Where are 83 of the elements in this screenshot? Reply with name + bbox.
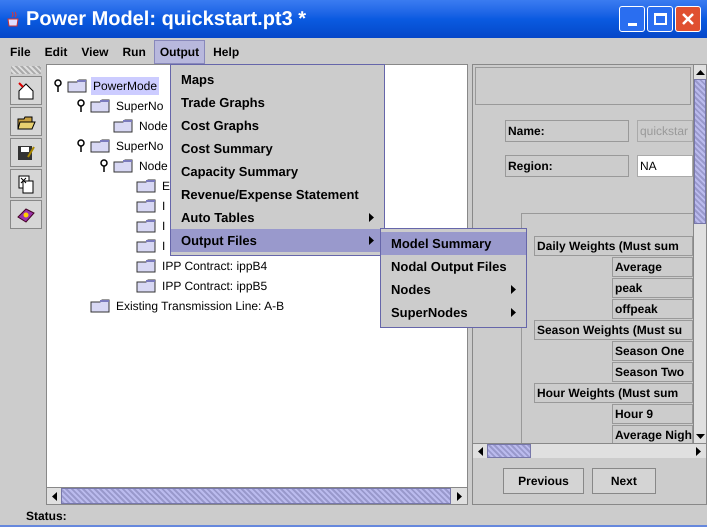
menu-item[interactable]: Nodes xyxy=(381,278,526,301)
menu-bar-item[interactable]: Edit xyxy=(38,40,74,64)
tree-item[interactable]: I xyxy=(160,217,168,235)
toolbar-button[interactable] xyxy=(10,76,42,105)
scroll-up-icon[interactable] xyxy=(696,70,704,74)
vertical-scrollbar[interactable] xyxy=(693,65,706,443)
tree-item[interactable]: Existing Transmission Line: A-B xyxy=(114,297,286,315)
toolbar-button[interactable] xyxy=(10,200,42,229)
weight-label: Season Two xyxy=(612,362,693,382)
folder-icon xyxy=(90,99,110,113)
scroll-right-icon[interactable] xyxy=(456,492,462,500)
menu-bar-item[interactable]: Help xyxy=(207,40,246,64)
scroll-left-icon[interactable] xyxy=(52,492,56,500)
menu-bar-item[interactable]: Output xyxy=(154,40,206,64)
menu-bar-item[interactable]: Run xyxy=(116,40,152,64)
tree-item[interactable]: Node xyxy=(137,117,170,135)
weight-label: Season One xyxy=(612,341,693,361)
menu-bar-item[interactable]: File xyxy=(4,40,37,64)
expanded-key-icon[interactable] xyxy=(76,139,86,153)
menu-item[interactable]: Nodal Output Files xyxy=(381,255,526,278)
menu-item[interactable]: Capacity Summary xyxy=(171,160,384,183)
menu-item[interactable]: Cost Summary xyxy=(171,137,384,160)
weight-label: peak xyxy=(612,278,693,298)
folder-icon xyxy=(90,299,110,313)
scroll-left-icon[interactable] xyxy=(478,446,482,456)
home-icon xyxy=(16,80,36,100)
tree-item[interactable]: I xyxy=(160,197,168,215)
section-label: Season Weights (Must su xyxy=(534,320,693,340)
menu-item[interactable]: SuperNodes xyxy=(381,301,526,324)
field-label: Name: xyxy=(505,120,629,142)
region-field[interactable]: NA xyxy=(637,155,693,177)
weight-label: Average xyxy=(612,257,693,277)
scrollbar-thumb[interactable] xyxy=(694,79,706,224)
close-icon xyxy=(682,13,694,25)
window-title: Power Model: quickstart.pt3 * xyxy=(26,7,306,32)
folder-icon xyxy=(136,179,156,193)
menu-item[interactable]: Auto Tables xyxy=(171,206,384,229)
tree-item[interactable]: IPP Contract: ippB5 xyxy=(160,277,270,295)
close-button[interactable] xyxy=(675,6,701,32)
folder-icon xyxy=(136,279,156,293)
folder-icon xyxy=(113,159,133,173)
status-label: Status: xyxy=(26,508,67,525)
nav-button[interactable]: Next xyxy=(592,468,656,494)
section-label: Hour Weights (Must sum xyxy=(534,383,693,403)
toolbar-button[interactable] xyxy=(10,107,42,136)
tree-item[interactable]: I xyxy=(160,237,168,255)
expanded-key-icon[interactable] xyxy=(53,79,63,93)
menu-bar-item[interactable]: View xyxy=(75,40,114,64)
toolbar-button[interactable] xyxy=(10,138,42,167)
folder-icon xyxy=(136,259,156,273)
tree-item[interactable]: SuperNo xyxy=(114,97,166,115)
scrollbar-thumb[interactable] xyxy=(487,444,531,458)
folder-icon xyxy=(113,119,133,133)
folder-icon xyxy=(90,139,110,153)
expanded-key-icon[interactable] xyxy=(76,99,86,113)
maximize-button[interactable] xyxy=(647,6,673,32)
expanded-key-icon[interactable] xyxy=(99,159,109,173)
minimize-button[interactable] xyxy=(619,6,645,32)
tree-item[interactable]: PowerMode xyxy=(91,77,160,95)
section-label: Daily Weights (Must sum xyxy=(534,236,693,256)
weight-label: offpeak xyxy=(612,299,693,319)
folder-icon xyxy=(136,239,156,253)
tree-item[interactable]: Node xyxy=(137,157,170,175)
menu-item[interactable]: Maps xyxy=(171,68,384,91)
horizontal-scrollbar[interactable] xyxy=(473,443,706,458)
scroll-right-icon[interactable] xyxy=(696,446,700,456)
weight-label: Hour 9 xyxy=(612,404,693,424)
nav-button[interactable]: Previous xyxy=(503,468,584,494)
field-label: Region: xyxy=(505,155,629,177)
menu-item[interactable]: Revenue/Expense Statement xyxy=(171,183,384,206)
tree-item[interactable]: SuperNo xyxy=(114,137,166,155)
toolbar-button[interactable] xyxy=(10,169,42,198)
tree-item[interactable]: E xyxy=(160,177,172,195)
scroll-down-icon[interactable] xyxy=(696,434,704,438)
folder-icon xyxy=(136,199,156,213)
toolbar-grip[interactable] xyxy=(11,66,41,74)
tree-item[interactable]: IPP Contract: ippB4 xyxy=(160,257,270,275)
document-icon xyxy=(16,174,36,194)
menu-item[interactable]: Model Summary xyxy=(381,232,526,255)
menu-item[interactable]: Cost Graphs xyxy=(171,114,384,137)
folder-icon xyxy=(67,79,87,93)
menu-item[interactable]: Trade Graphs xyxy=(171,91,384,114)
folder-icon xyxy=(136,219,156,233)
